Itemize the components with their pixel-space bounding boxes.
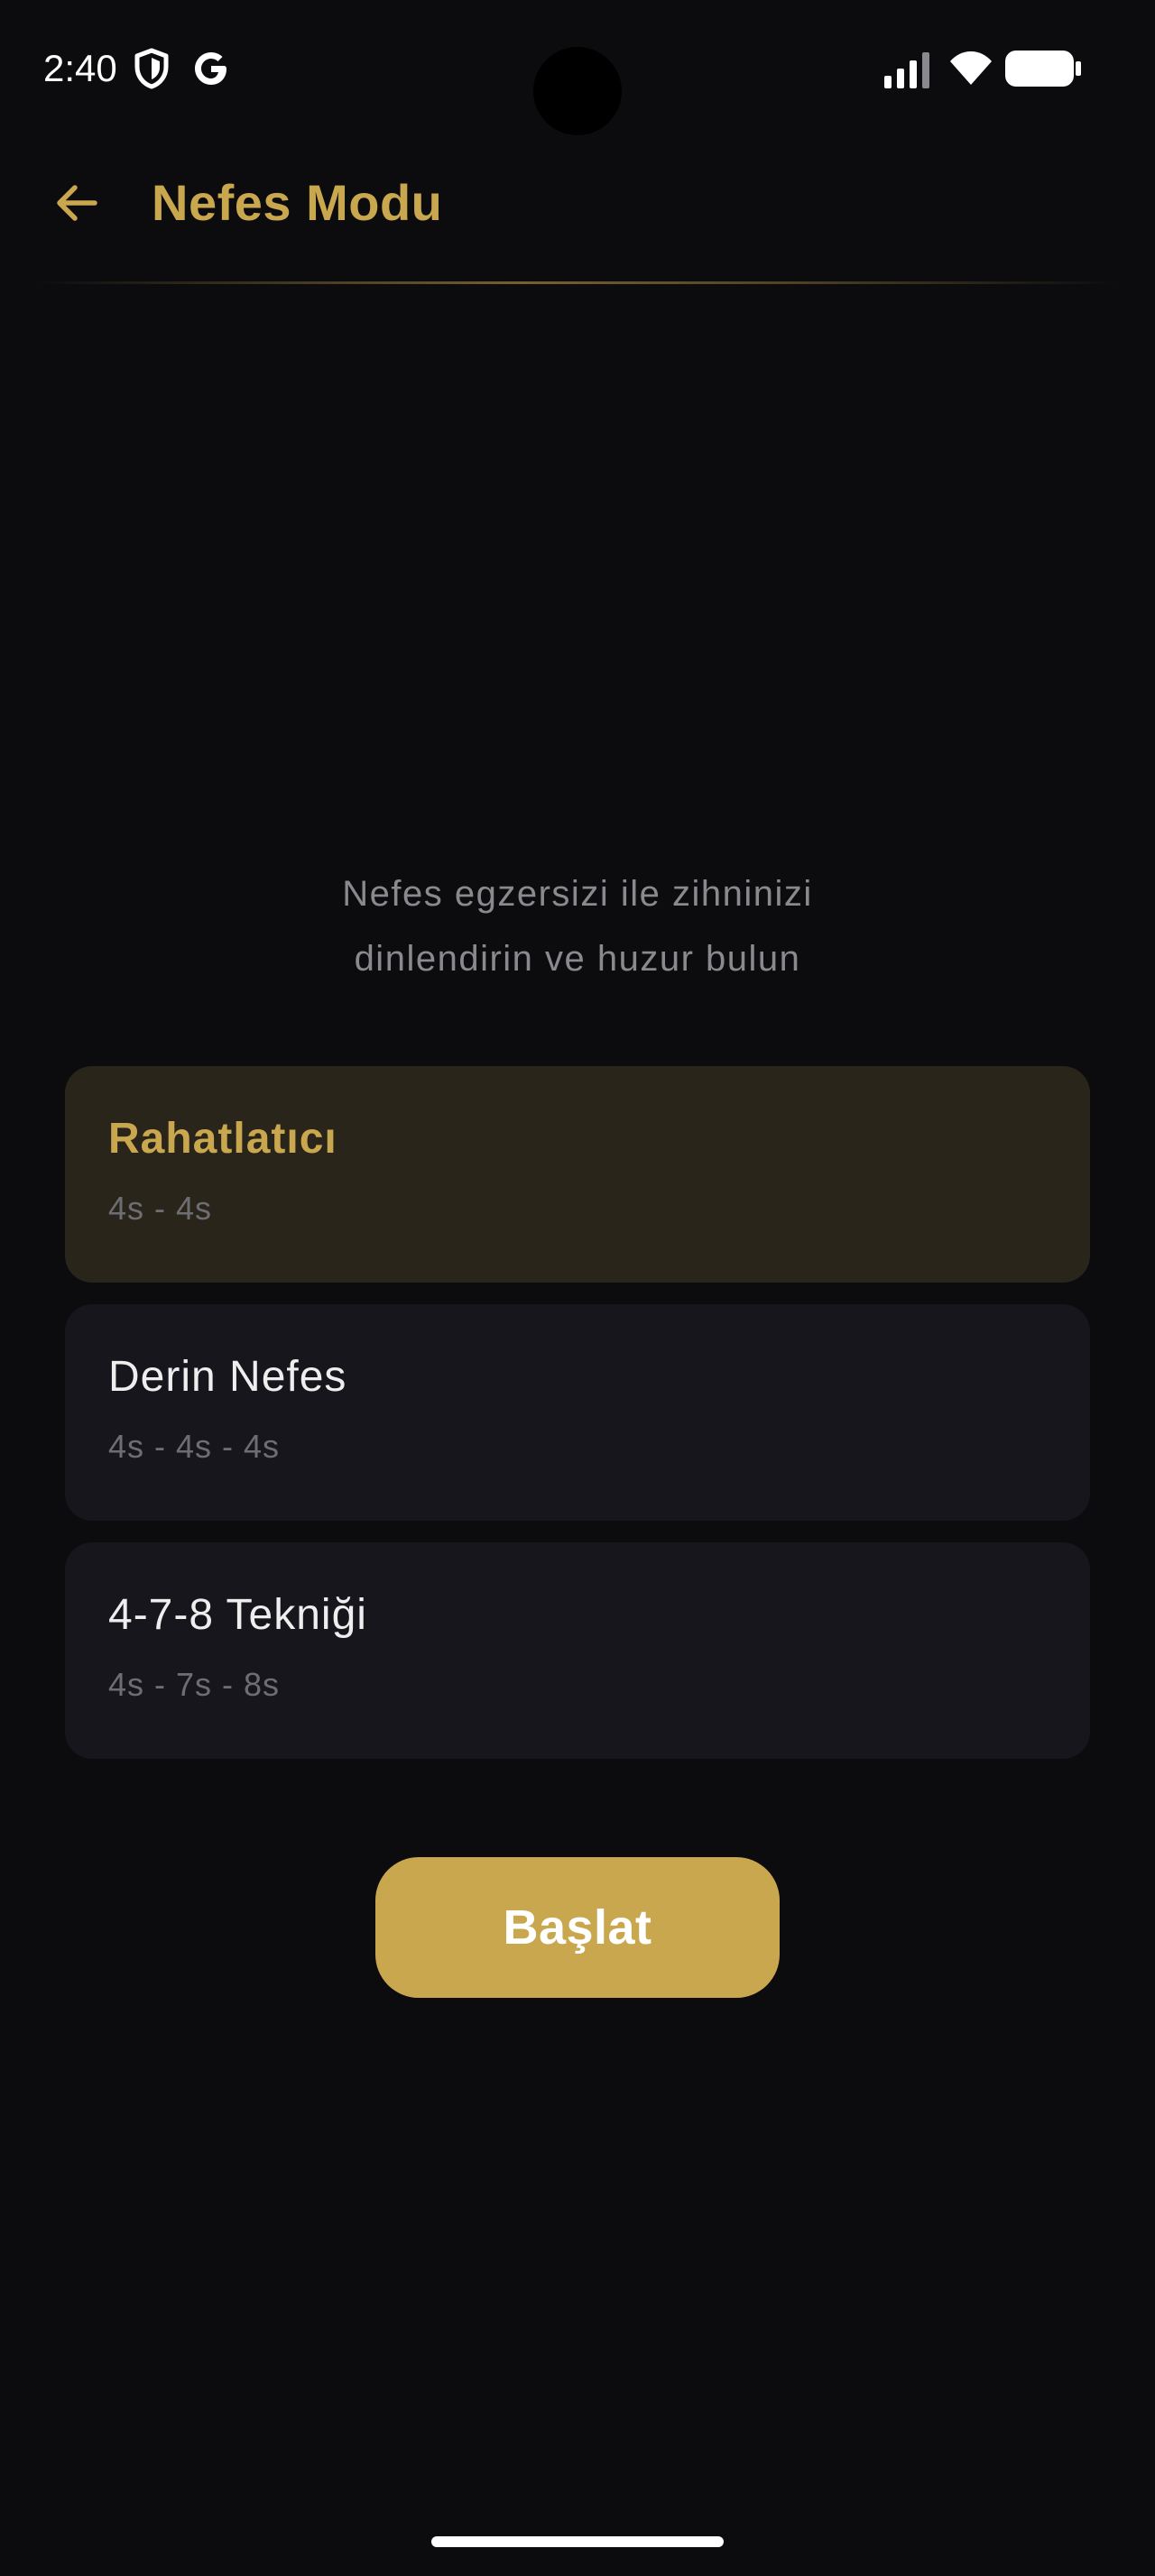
description-line-1: Nefes egzersizi ile zihninizi bbox=[342, 874, 813, 914]
mode-card-derin-nefes[interactable]: Derin Nefes 4s - 4s - 4s bbox=[65, 1304, 1090, 1521]
mode-name: Derin Nefes bbox=[108, 1353, 347, 1401]
google-icon bbox=[195, 52, 226, 85]
signal-icon bbox=[884, 52, 929, 88]
battery-icon bbox=[1005, 51, 1081, 87]
description-text: Nefes egzersizi ile zihninizi dinlendiri… bbox=[217, 861, 938, 991]
app-bar-divider bbox=[36, 281, 1119, 284]
arrow-left-icon bbox=[57, 185, 97, 221]
home-indicator[interactable] bbox=[431, 2536, 724, 2547]
mode-timing: 4s - 4s - 4s bbox=[108, 1428, 281, 1465]
start-button[interactable]: Başlat bbox=[375, 1857, 780, 1998]
description-line-2: dinlendirin ve huzur bulun bbox=[354, 939, 801, 979]
page-title: Nefes Modu bbox=[152, 174, 443, 231]
mode-name: Rahatlatıcı bbox=[108, 1115, 337, 1163]
shield-icon bbox=[134, 48, 169, 89]
app-bar: Nefes Modu bbox=[0, 144, 1155, 280]
status-time: 2:40 bbox=[43, 47, 117, 89]
mode-name: 4-7-8 Tekniği bbox=[108, 1591, 367, 1639]
wifi-icon bbox=[950, 51, 992, 85]
camera-cutout bbox=[533, 47, 622, 135]
mode-card-rahatlatici[interactable]: Rahatlatıcı 4s - 4s bbox=[65, 1066, 1090, 1283]
mode-timing: 4s - 7s - 8s bbox=[108, 1666, 281, 1703]
breathing-mode-list: Rahatlatıcı 4s - 4s Derin Nefes 4s - 4s … bbox=[65, 1066, 1090, 1780]
back-button[interactable] bbox=[36, 162, 117, 244]
mode-timing: 4s - 4s bbox=[108, 1190, 213, 1227]
status-bar: 2:40 bbox=[0, 0, 1155, 135]
mode-card-4-7-8-teknigi[interactable]: 4-7-8 Tekniği 4s - 7s - 8s bbox=[65, 1542, 1090, 1759]
app-screen: 2:40 Nefes Modu Nefes egzersizi ile zihn… bbox=[0, 0, 1155, 2576]
